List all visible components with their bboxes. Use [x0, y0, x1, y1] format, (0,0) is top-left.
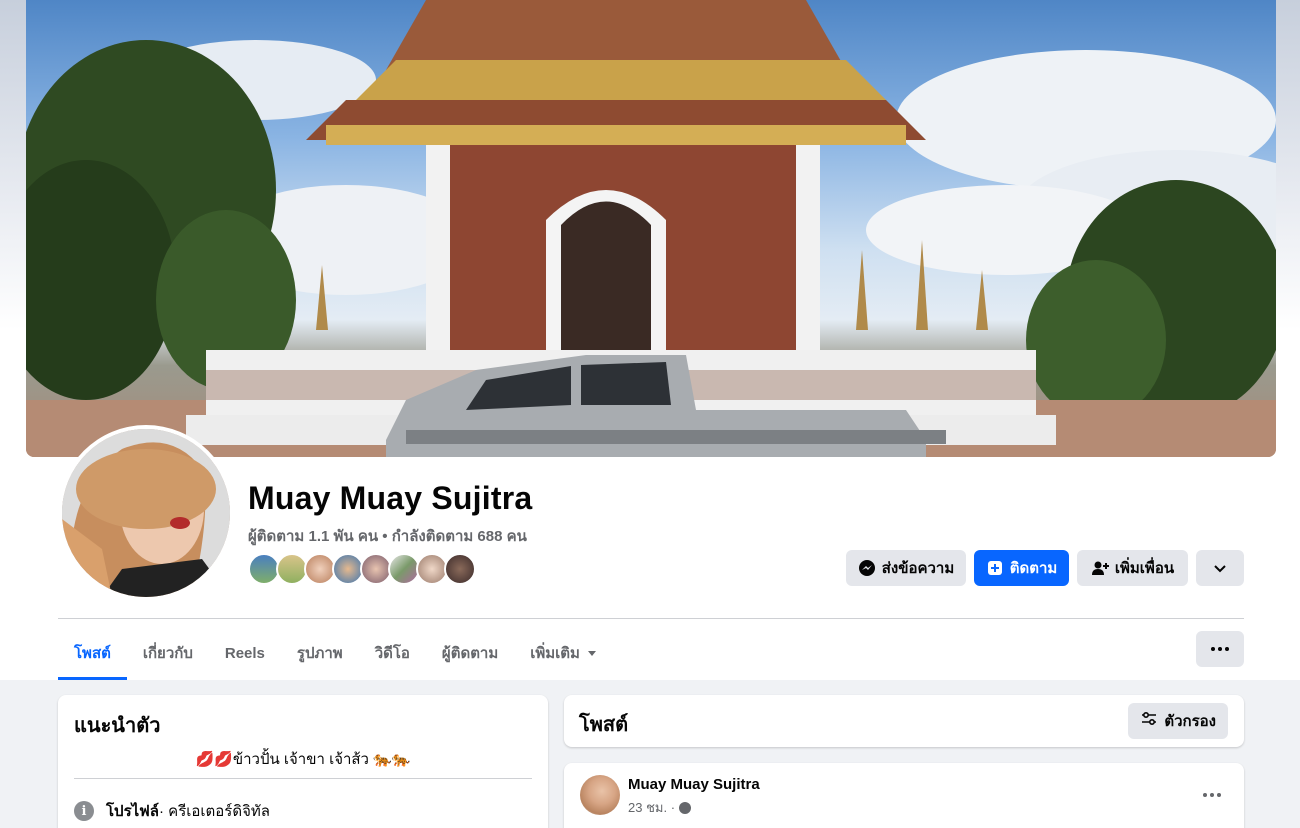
posts-header-card: โพสต์ ตัวกรอง [564, 695, 1244, 747]
globe-icon [679, 801, 692, 814]
profile-label: โปรไฟล์ [106, 803, 159, 820]
header-divider [58, 618, 1244, 619]
profile-picture[interactable] [62, 429, 230, 597]
post-meta: 23 ชม. · [628, 797, 692, 818]
follow-button-label: ติดตาม [1009, 560, 1058, 577]
intro-bio: 💋💋ข้าวปั้น เจ้าขา เจ้าส้ว 🐅🐅 [195, 751, 411, 768]
follow-icon [986, 559, 1004, 577]
tab-reels[interactable]: Reels [209, 626, 281, 680]
tab-followers[interactable]: ผู้ติดตาม [426, 626, 514, 680]
tab-label: Reels [224, 644, 265, 662]
post-options-button[interactable] [1194, 777, 1230, 813]
more-dots-icon [1203, 793, 1221, 797]
filter-button-label: ตัวกรอง [1164, 713, 1216, 730]
tab-more[interactable]: เพิ่มเติม [514, 626, 612, 680]
tab-photos[interactable]: รูปภาพ [281, 626, 359, 680]
filter-button[interactable]: ตัวกรอง [1128, 703, 1228, 739]
add-friend-icon [1091, 559, 1109, 577]
post-card: Muay Muay Sujitra 23 ชม. · [564, 763, 1244, 828]
add-friend-button[interactable]: เพิ่มเพื่อน [1077, 550, 1188, 586]
info-icon: i [74, 801, 94, 821]
profile-category: · ครีเอเตอร์ดิจิทัล [159, 803, 270, 820]
tab-label: ผู้ติดตาม [441, 645, 499, 662]
profile-category-row: i โปรไฟล์ · ครีเอเตอร์ดิจิทัล [74, 799, 270, 823]
profile-tabs: โพสต์ เกี่ยวกับ Reels รูปภาพ วิดีโอ ผู้ต… [58, 626, 612, 680]
tab-label: รูปภาพ [296, 645, 343, 662]
cover-photo[interactable] [26, 0, 1276, 457]
intro-title: แนะนำตัว [74, 715, 161, 737]
caret-down-icon [587, 650, 596, 656]
post-time[interactable]: 23 ชม. · [628, 797, 675, 818]
add-friend-button-label: เพิ่มเพื่อน [1114, 560, 1175, 577]
messenger-icon [858, 559, 876, 577]
tab-about[interactable]: เกี่ยวกับ [127, 626, 209, 680]
tab-label: โพสต์ [74, 645, 111, 662]
profile-options-dropdown[interactable] [1196, 550, 1244, 586]
tab-posts[interactable]: โพสต์ [58, 626, 127, 680]
tab-label: วิดีโอ [374, 645, 410, 662]
message-button[interactable]: ส่งข้อความ [846, 550, 966, 586]
friend-avatar[interactable] [444, 553, 476, 585]
tab-videos[interactable]: วิดีโอ [359, 626, 426, 680]
profile-picture-image [62, 429, 230, 597]
intro-divider [74, 778, 532, 779]
chevron-down-icon [1211, 559, 1229, 577]
tab-label: เกี่ยวกับ [142, 645, 193, 662]
intro-card: แนะนำตัว 💋💋ข้าวปั้น เจ้าขา เจ้าส้ว 🐅🐅 i … [58, 695, 548, 828]
profile-name: Muay Muay Sujitra [248, 480, 533, 516]
post-author-name[interactable]: Muay Muay Sujitra [628, 776, 760, 793]
more-options-button[interactable] [1196, 631, 1244, 667]
tab-label: เพิ่มเติม [530, 645, 580, 662]
follow-button[interactable]: ติดตาม [974, 550, 1069, 586]
followers-count[interactable]: ผู้ติดตาม 1.1 พัน คน • กำลังติดตาม 688 ค… [248, 524, 527, 548]
more-dots-icon [1211, 647, 1229, 651]
message-button-label: ส่งข้อความ [881, 560, 955, 577]
post-author-avatar[interactable] [580, 775, 620, 815]
posts-title: โพสต์ [579, 714, 629, 736]
filter-icon [1140, 710, 1158, 732]
profile-picture-frame[interactable] [58, 425, 234, 601]
cover-photo-image [26, 0, 1276, 457]
